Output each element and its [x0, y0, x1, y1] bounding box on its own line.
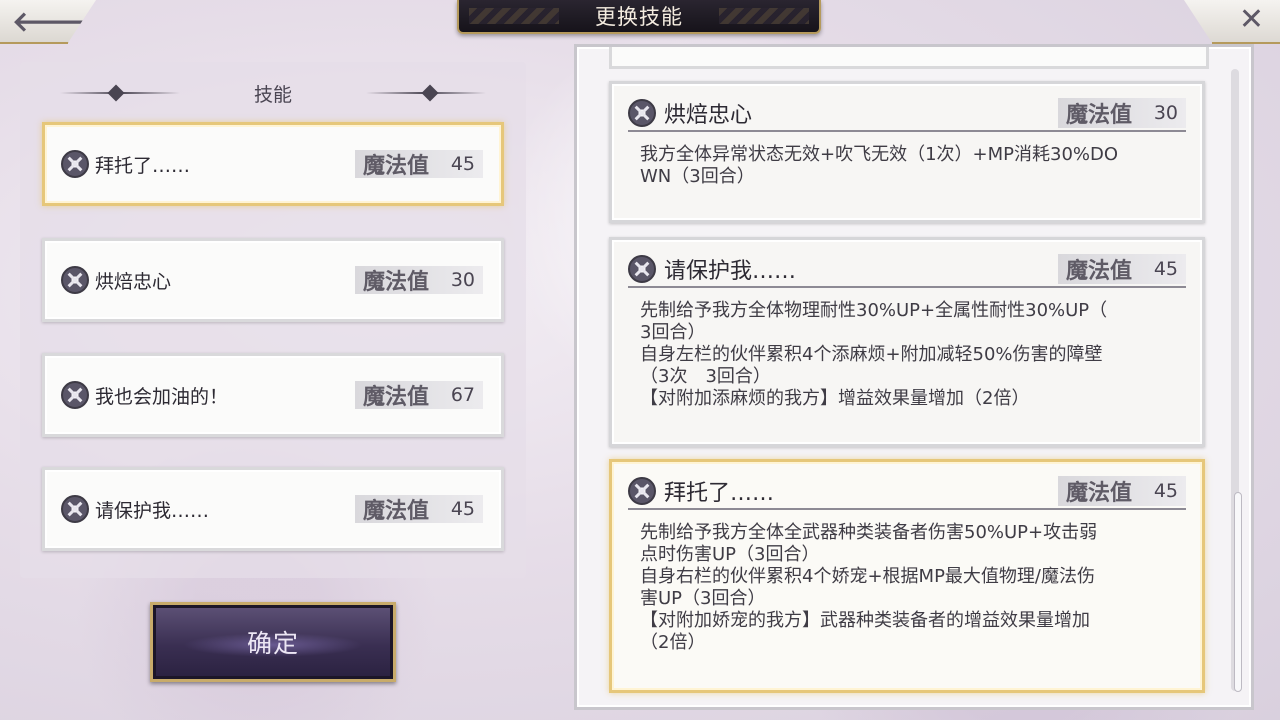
- skill-card-description: 我方全体异常状态无效+吹飞无效（1次）+MP消耗30%DO WN（3回合）: [640, 144, 1119, 187]
- confirm-button[interactable]: 确定: [150, 602, 396, 682]
- mp-label: 魔法值: [363, 499, 430, 524]
- mp-cost: 魔法值 45: [1058, 254, 1186, 284]
- back-button[interactable]: 🡐: [0, 0, 96, 44]
- header-diamond-left: [107, 84, 125, 102]
- mp-value: 67: [450, 384, 475, 406]
- skill-card-name: 拜托了……: [664, 481, 775, 506]
- mp-value: 30: [1153, 102, 1178, 124]
- skill-slot-1[interactable]: 拜托了…… 魔法值 45: [42, 122, 504, 206]
- top-bar: 🡐 更换技能 ✕: [0, 0, 1280, 44]
- skill-card-2[interactable]: 请保护我…… 魔法值 45 先制给予我方全体物理耐性30%UP+全属性耐性30%…: [609, 237, 1205, 447]
- skill-emblem-icon: [628, 477, 656, 505]
- skill-card-3[interactable]: 拜托了…… 魔法值 45 先制给予我方全体全武器种类装备者伤害50%UP+攻击弱…: [609, 459, 1205, 693]
- skill-card-partial[interactable]: [609, 47, 1209, 69]
- skill-card-name: 请保护我……: [664, 259, 797, 284]
- skill-name: 烘焙忠心: [95, 270, 172, 293]
- skill-slot-3[interactable]: 我也会加油的！ 魔法值 67: [42, 353, 504, 437]
- skill-emblem-icon: [61, 150, 89, 178]
- mp-label: 魔法值: [363, 385, 430, 410]
- close-button[interactable]: ✕: [1184, 0, 1280, 44]
- mp-cost: 魔法值 67: [355, 381, 483, 410]
- title-ornament-right: [719, 8, 809, 24]
- skill-list-panel: 技能 拜托了…… 魔法值 45 烘焙忠心 魔法值 30 我也会加油的！ 魔法值 …: [20, 62, 526, 578]
- close-icon: ✕: [1238, 2, 1264, 37]
- skill-card-header: 拜托了…… 魔法值 45: [628, 474, 1186, 510]
- mp-value: 45: [450, 498, 475, 520]
- mp-value: 45: [450, 153, 475, 175]
- skill-name: 请保护我……: [95, 499, 210, 522]
- skill-emblem-icon: [61, 381, 89, 409]
- back-arrow-icon: 🡐: [12, 5, 88, 38]
- skill-list-header: 技能: [20, 76, 526, 110]
- skill-list-title: 技能: [253, 83, 292, 106]
- mp-label: 魔法值: [1066, 259, 1133, 284]
- mp-label: 魔法值: [1066, 481, 1133, 506]
- skill-name: 我也会加油的！: [95, 385, 229, 408]
- mp-label: 魔法值: [1066, 103, 1133, 128]
- skill-card-1[interactable]: 烘焙忠心 魔法值 30 我方全体异常状态无效+吹飞无效（1次）+MP消耗30%D…: [609, 81, 1205, 223]
- mp-value: 45: [1153, 258, 1178, 280]
- top-left-trim: [0, 42, 68, 44]
- skill-card-description: 先制给予我方全体全武器种类装备者伤害50%UP+攻击弱 点时伤害UP（3回合） …: [640, 522, 1098, 653]
- mp-cost: 魔法值 45: [1058, 476, 1186, 506]
- mp-value: 30: [450, 269, 475, 291]
- mp-label: 魔法值: [363, 154, 430, 179]
- mp-cost: 魔法值 30: [355, 266, 483, 295]
- skill-slot-4[interactable]: 请保护我…… 魔法值 45: [42, 467, 504, 551]
- mp-cost: 魔法值 45: [355, 495, 483, 524]
- skill-name: 拜托了……: [95, 154, 191, 177]
- skill-card-description: 先制给予我方全体物理耐性30%UP+全属性耐性30%UP（ 3回合） 自身左栏的…: [640, 300, 1108, 409]
- skill-card-name: 烘焙忠心: [664, 103, 753, 128]
- mp-cost: 魔法值 30: [1058, 98, 1186, 128]
- skill-emblem-icon: [628, 255, 656, 283]
- skill-card-header: 烘焙忠心 魔法值 30: [628, 96, 1186, 132]
- scrollbar-thumb[interactable]: [1234, 492, 1242, 692]
- header-ornament-right: [366, 92, 486, 94]
- mp-label: 魔法值: [363, 270, 430, 295]
- title-plate: 更换技能: [457, 0, 821, 34]
- page-title: 更换技能: [595, 5, 683, 29]
- confirm-label: 确定: [246, 629, 299, 658]
- skill-emblem-icon: [61, 266, 89, 294]
- skill-card-header: 请保护我…… 魔法值 45: [628, 252, 1186, 288]
- mp-value: 45: [1153, 480, 1178, 502]
- skill-emblem-icon: [61, 495, 89, 523]
- skill-emblem-icon: [628, 99, 656, 127]
- skill-slot-2[interactable]: 烘焙忠心 魔法值 30: [42, 238, 504, 322]
- skill-detail-panel[interactable]: 烘焙忠心 魔法值 30 我方全体异常状态无效+吹飞无效（1次）+MP消耗30%D…: [574, 44, 1254, 710]
- title-ornament-left: [469, 8, 559, 24]
- mp-cost: 魔法值 45: [355, 150, 483, 179]
